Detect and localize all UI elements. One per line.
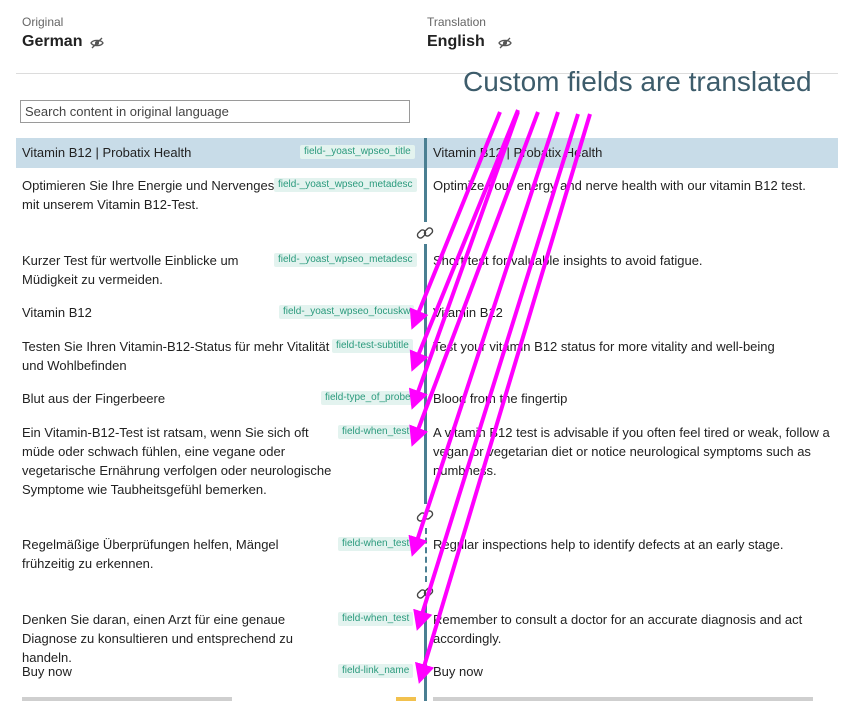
eye-slash-icon[interactable] (90, 36, 104, 50)
original-text[interactable]: Blut aus der Fingerbeere (22, 389, 302, 408)
translation-text[interactable]: Blood from the fingertip (433, 389, 833, 408)
translation-text[interactable]: Short test for valuable insights to avoi… (433, 251, 833, 270)
link-icon[interactable] (414, 582, 436, 604)
translation-text[interactable]: Optimize your energy and nerve health wi… (433, 176, 833, 195)
field-tag: field-when_test (338, 537, 414, 551)
original-text[interactable]: Kurzer Test für wertvolle Einblicke um M… (22, 251, 282, 289)
translation-text[interactable]: Regular inspections help to identify def… (433, 535, 833, 554)
translation-label: Translation (427, 15, 486, 29)
field-tag: field-_yoast_wpseo_metadesc (274, 253, 417, 267)
translation-text[interactable]: Vitamin B12 | Probatix Health (433, 143, 833, 162)
original-text[interactable]: Buy now (22, 662, 302, 681)
column-divider (424, 138, 427, 222)
translation-language: English (427, 33, 485, 50)
original-text[interactable]: Vitamin B12 (22, 303, 272, 322)
column-divider (424, 604, 427, 701)
original-label: Original (22, 15, 64, 29)
original-text[interactable]: Denken Sie daran, einen Arzt für eine ge… (22, 610, 340, 667)
eye-slash-icon[interactable] (498, 36, 512, 50)
search-input[interactable] (20, 100, 410, 123)
field-tag: field-_yoast_wpseo_metadesc (274, 178, 417, 192)
translation-text[interactable]: Buy now (433, 662, 833, 681)
column-divider (425, 528, 427, 582)
partial-row-badge (396, 697, 416, 701)
partial-row-text (433, 697, 813, 701)
translation-text[interactable]: Vitamin B12 (433, 303, 833, 322)
annotation-text: Custom fields are translated (463, 66, 812, 97)
original-text[interactable]: Testen Sie Ihren Vitamin-B12-Status für … (22, 337, 334, 375)
translation-text[interactable]: Test your vitamin B12 status for more vi… (433, 337, 793, 356)
original-text[interactable]: Regelmäßige Überprüfungen helfen, Mängel… (22, 535, 334, 573)
link-icon[interactable] (414, 222, 436, 244)
field-tag: field-test-subtitle (332, 339, 413, 353)
link-icon[interactable] (414, 505, 436, 527)
field-tag: field-link_name (338, 664, 414, 678)
partial-row-text (22, 697, 232, 701)
translation-text[interactable]: A vitamin B12 test is advisable if you o… (433, 423, 833, 480)
original-language: German (22, 33, 83, 50)
translation-text[interactable]: Remember to consult a doctor for an accu… (433, 610, 813, 648)
field-tag: field-_yoast_wpseo_focuskw (279, 305, 415, 319)
original-text[interactable]: Vitamin B12 | Probatix Health (22, 143, 322, 162)
field-tag: field-type_of_probe (321, 391, 415, 405)
field-tag: field-_yoast_wpseo_title (300, 145, 415, 159)
column-divider (424, 244, 427, 504)
field-tag: field-when_test (338, 425, 414, 439)
original-text[interactable]: Ein Vitamin-B12-Test ist ratsam, wenn Si… (22, 423, 342, 499)
field-tag: field-when_test (338, 612, 414, 626)
